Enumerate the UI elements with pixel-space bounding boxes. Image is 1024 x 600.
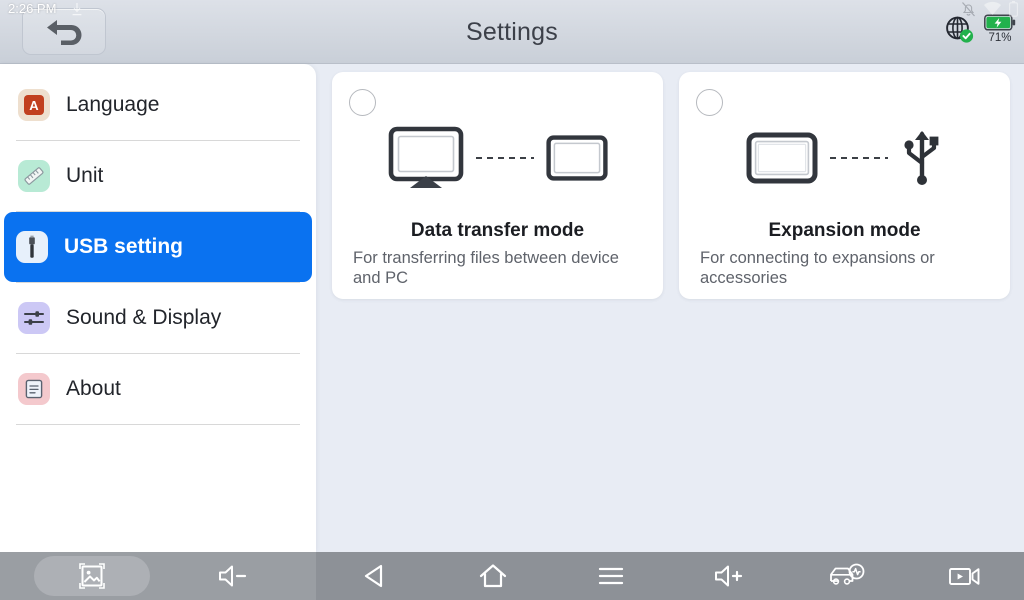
bottom-navigation-bar [0, 552, 1024, 600]
screenshot-button[interactable] [34, 556, 150, 596]
record-button[interactable] [906, 552, 1024, 600]
car-diagnostic-icon [827, 561, 867, 591]
status-cluster: 71% [944, 14, 1016, 44]
tablet-icon [545, 135, 608, 181]
sidebar-item-language[interactable]: A Language [6, 70, 310, 140]
sidebar-item-label: USB setting [64, 235, 184, 258]
radio-data-transfer-mode[interactable] [349, 89, 376, 116]
diagnostics-button[interactable] [788, 552, 906, 600]
card-title: Data transfer mode [410, 220, 585, 241]
image-icon [77, 561, 107, 591]
hamburger-icon [597, 564, 625, 588]
menu-button[interactable] [552, 552, 670, 600]
usb-plug-icon [16, 231, 48, 263]
nav-right-group [316, 552, 1024, 600]
card-illustration [332, 120, 663, 196]
battery-charging-icon [984, 14, 1016, 31]
app-root: Settings 2:26 PM 71% A Language Unit USB… [0, 0, 1024, 600]
content-area: A Language Unit USB setting Sound & Disp… [0, 64, 1024, 552]
card-description: For connecting to expansions or accessor… [700, 249, 935, 287]
language-icon: A [18, 89, 50, 121]
settings-sidebar: A Language Unit USB setting Sound & Disp… [0, 64, 316, 552]
page-title: Settings [466, 17, 558, 46]
sidebar-item-unit[interactable]: Unit [6, 141, 310, 211]
sidebar-item-about[interactable]: About [6, 354, 310, 424]
tablet-icon [746, 132, 818, 184]
sidebar-item-usb-setting[interactable]: USB setting [4, 212, 312, 282]
sidebar-divider [16, 424, 300, 425]
volume-down-icon [216, 562, 250, 590]
monitor-icon [388, 126, 464, 190]
card-expansion-mode[interactable]: Expansion mode For connecting to expansi… [679, 72, 1010, 299]
triangle-back-icon [361, 562, 389, 590]
home-button[interactable] [434, 552, 552, 600]
volume-up-button[interactable] [670, 552, 788, 600]
back-nav-button[interactable] [316, 552, 434, 600]
sidebar-item-sound-display[interactable]: Sound & Display [6, 283, 310, 353]
sliders-icon [18, 302, 50, 334]
ruler-icon [18, 160, 50, 192]
card-title: Expansion mode [768, 220, 921, 241]
volume-down-button[interactable] [150, 552, 316, 600]
card-illustration [679, 120, 1010, 196]
battery-status: 71% [984, 14, 1016, 44]
title-bar: Settings [0, 0, 1024, 64]
nav-left-group [0, 552, 316, 600]
usb-symbol-icon [900, 129, 944, 187]
radio-expansion-mode[interactable] [696, 89, 723, 116]
battery-percent-label: 71% [988, 32, 1012, 44]
sidebar-item-label: About [66, 377, 121, 400]
home-icon [478, 562, 508, 590]
sidebar-item-label: Sound & Display [66, 306, 222, 329]
dashed-line [829, 157, 888, 159]
dashed-line [475, 157, 534, 159]
usb-mode-cards: Data transfer mode For transferring file… [332, 72, 1010, 299]
document-icon [18, 373, 50, 405]
globe-connected-icon[interactable] [944, 14, 974, 44]
volume-up-icon [712, 562, 746, 590]
card-data-transfer-mode[interactable]: Data transfer mode For transferring file… [332, 72, 663, 299]
video-camera-icon [947, 563, 983, 589]
sidebar-item-label: Unit [66, 164, 104, 187]
card-description: For transferring files between device an… [353, 249, 619, 287]
sidebar-item-label: Language [66, 93, 160, 116]
